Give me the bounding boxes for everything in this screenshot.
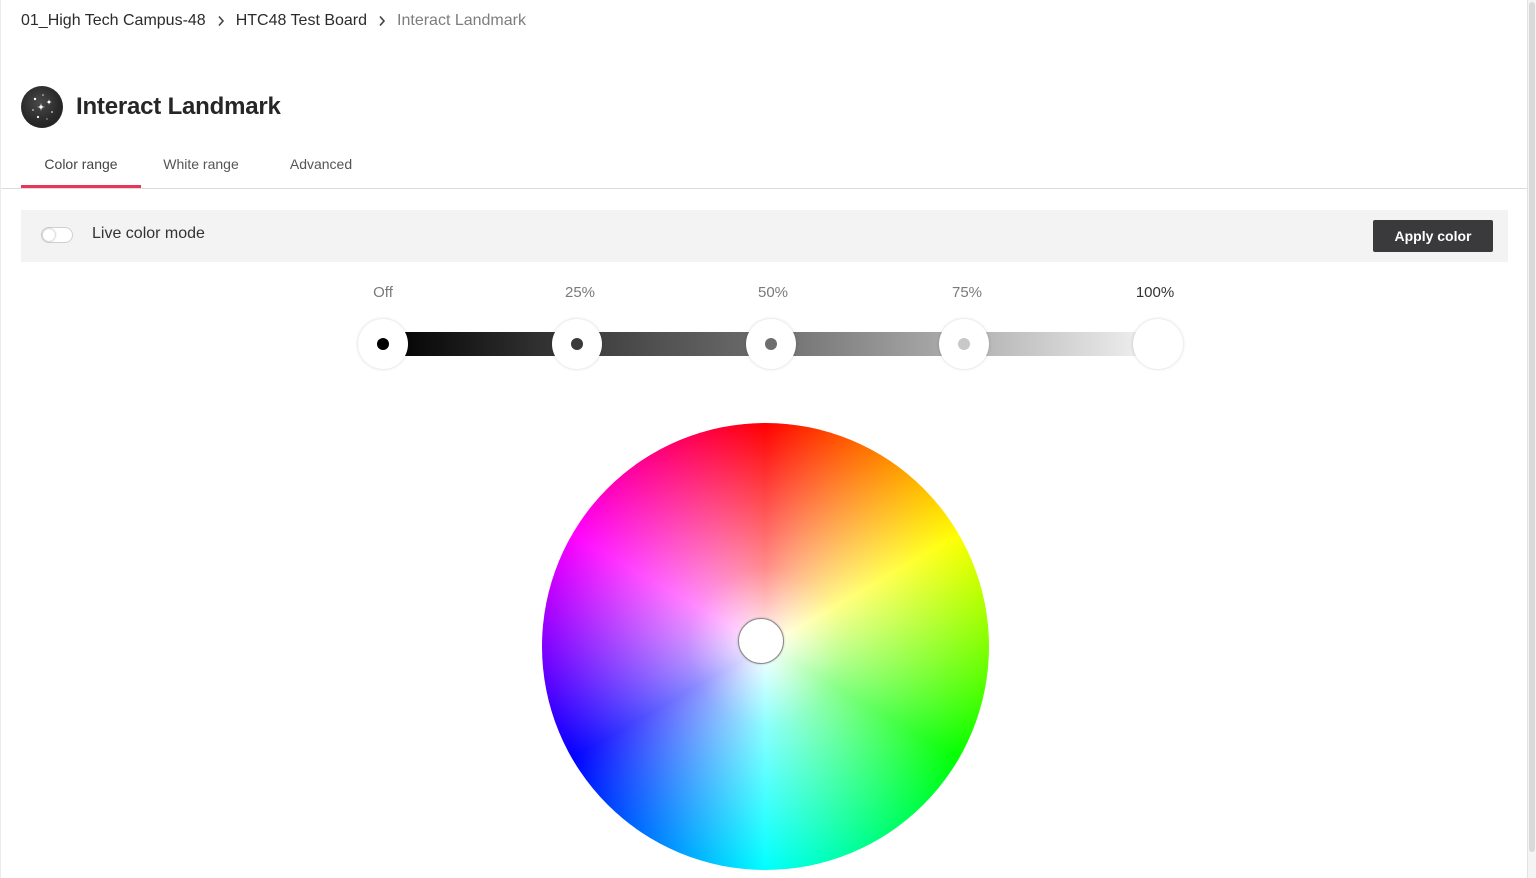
scrollbar-thumb[interactable]: [1529, 2, 1535, 852]
brightness-dot: [958, 338, 970, 350]
brightness-dot: [1152, 338, 1164, 350]
color-wheel-container: [542, 423, 989, 870]
brightness-stop-off[interactable]: [358, 319, 408, 369]
breadcrumb-item-board[interactable]: HTC48 Test Board: [236, 12, 367, 30]
vertical-scrollbar[interactable]: [1527, 0, 1536, 878]
tab-advanced[interactable]: Advanced: [261, 149, 381, 188]
color-wheel-handle[interactable]: [738, 618, 784, 664]
app-frame: 01_High Tech Campus-48 HTC48 Test Board …: [0, 0, 1528, 878]
tab-bar: Color range White range Advanced: [21, 149, 381, 188]
live-color-mode-toggle[interactable]: [41, 227, 73, 243]
brightness-label-75: 75%: [951, 284, 983, 301]
tab-color-range[interactable]: Color range: [21, 149, 141, 188]
brightness-label-off: Off: [373, 284, 393, 301]
breadcrumb: 01_High Tech Campus-48 HTC48 Test Board …: [21, 11, 526, 31]
apply-color-button[interactable]: Apply color: [1373, 220, 1493, 252]
brightness-stop-25[interactable]: [552, 319, 602, 369]
chevron-right-icon: [367, 11, 397, 31]
tab-white-range[interactable]: White range: [141, 149, 261, 188]
brightness-stop-75[interactable]: [939, 319, 989, 369]
brightness-label-50: 50%: [757, 284, 789, 301]
page-header: Interact Landmark: [21, 86, 281, 128]
brightness-slider: Off 25% 50% 75% 100%: [358, 280, 1184, 375]
brightness-dot: [571, 338, 583, 350]
brightness-label-25: 25%: [564, 284, 596, 301]
brightness-stop-100[interactable]: [1133, 319, 1183, 369]
brightness-dot: [377, 338, 389, 350]
toggle-knob: [43, 229, 55, 241]
page-title: Interact Landmark: [76, 93, 281, 120]
live-color-bar: Live color mode Apply color: [21, 210, 1508, 262]
tabs-divider: [1, 188, 1528, 189]
starry-sky-icon: [21, 86, 63, 128]
brightness-dot: [765, 338, 777, 350]
live-color-mode-label: Live color mode: [92, 225, 205, 242]
breadcrumb-item-current: Interact Landmark: [397, 12, 526, 29]
breadcrumb-item-campus[interactable]: 01_High Tech Campus-48: [21, 12, 206, 30]
brightness-stop-50[interactable]: [746, 319, 796, 369]
brightness-label-100: 100%: [1135, 284, 1175, 301]
chevron-right-icon: [206, 11, 236, 31]
